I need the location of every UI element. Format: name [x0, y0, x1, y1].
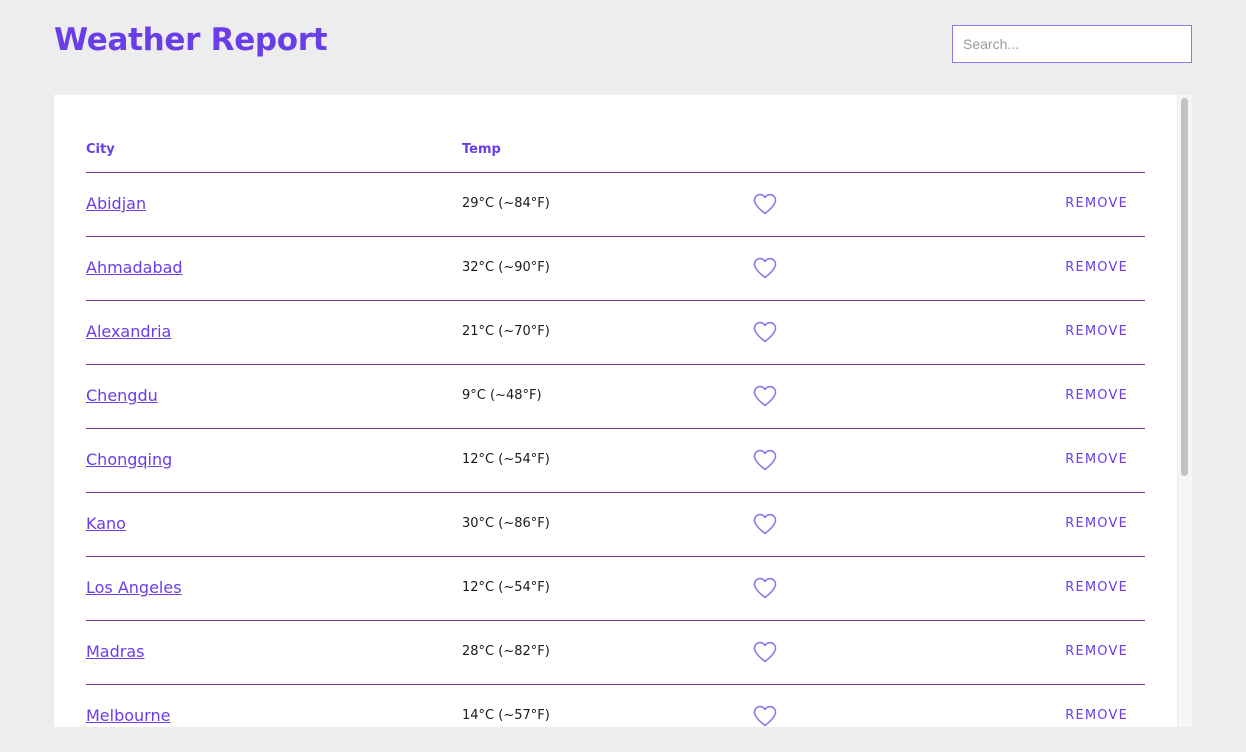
table-row: Chongqing 12°C (~54°F) REMOVE	[86, 429, 1145, 493]
weather-panel: City Temp Abidjan 29°C (~84°F) REMOVE Ah…	[54, 95, 1192, 727]
vertical-scrollbar[interactable]	[1177, 95, 1192, 727]
remove-button[interactable]: REMOVE	[1065, 388, 1128, 403]
table-row: Madras 28°C (~82°F) REMOVE	[86, 621, 1145, 685]
temperature-value: 29°C (~84°F)	[462, 196, 550, 211]
remove-button[interactable]: REMOVE	[1065, 644, 1128, 659]
table-body: Abidjan 29°C (~84°F) REMOVE Ahmadabad 32…	[86, 173, 1145, 727]
heart-icon[interactable]	[752, 576, 778, 600]
column-header-city: City	[86, 142, 115, 157]
table-row: Los Angeles 12°C (~54°F) REMOVE	[86, 557, 1145, 621]
city-link[interactable]: Abidjan	[86, 194, 146, 213]
heart-icon[interactable]	[752, 704, 778, 727]
table-header: City Temp	[86, 95, 1145, 173]
table-row: Alexandria 21°C (~70°F) REMOVE	[86, 301, 1145, 365]
city-link[interactable]: Kano	[86, 514, 126, 533]
page-header: Weather Report	[0, 0, 1246, 95]
heart-icon[interactable]	[752, 512, 778, 536]
weather-table: City Temp Abidjan 29°C (~84°F) REMOVE Ah…	[86, 95, 1145, 727]
temperature-value: 28°C (~82°F)	[462, 644, 550, 659]
city-link[interactable]: Chongqing	[86, 450, 172, 469]
heart-icon[interactable]	[752, 192, 778, 216]
city-link[interactable]: Alexandria	[86, 322, 171, 341]
table-row: Chengdu 9°C (~48°F) REMOVE	[86, 365, 1145, 429]
remove-button[interactable]: REMOVE	[1065, 452, 1128, 467]
city-link[interactable]: Ahmadabad	[86, 258, 183, 277]
temperature-value: 12°C (~54°F)	[462, 452, 550, 467]
temperature-value: 32°C (~90°F)	[462, 260, 550, 275]
scrollbar-thumb[interactable]	[1181, 98, 1188, 476]
remove-button[interactable]: REMOVE	[1065, 708, 1128, 723]
temperature-value: 12°C (~54°F)	[462, 580, 550, 595]
heart-icon[interactable]	[752, 448, 778, 472]
city-link[interactable]: Melbourne	[86, 706, 170, 725]
table-row: Kano 30°C (~86°F) REMOVE	[86, 493, 1145, 557]
table-row: Melbourne 14°C (~57°F) REMOVE	[86, 685, 1145, 727]
temperature-value: 21°C (~70°F)	[462, 324, 550, 339]
remove-button[interactable]: REMOVE	[1065, 324, 1128, 339]
page-title: Weather Report	[54, 22, 328, 58]
temperature-value: 30°C (~86°F)	[462, 516, 550, 531]
remove-button[interactable]: REMOVE	[1065, 516, 1128, 531]
remove-button[interactable]: REMOVE	[1065, 580, 1128, 595]
city-link[interactable]: Madras	[86, 642, 144, 661]
heart-icon[interactable]	[752, 256, 778, 280]
temperature-value: 14°C (~57°F)	[462, 708, 550, 723]
column-header-temp: Temp	[462, 142, 501, 157]
heart-icon[interactable]	[752, 384, 778, 408]
remove-button[interactable]: REMOVE	[1065, 196, 1128, 211]
heart-icon[interactable]	[752, 320, 778, 344]
city-link[interactable]: Los Angeles	[86, 578, 182, 597]
remove-button[interactable]: REMOVE	[1065, 260, 1128, 275]
table-row: Abidjan 29°C (~84°F) REMOVE	[86, 173, 1145, 237]
city-link[interactable]: Chengdu	[86, 386, 158, 405]
heart-icon[interactable]	[752, 640, 778, 664]
temperature-value: 9°C (~48°F)	[462, 388, 542, 403]
search-input[interactable]	[952, 25, 1192, 63]
table-row: Ahmadabad 32°C (~90°F) REMOVE	[86, 237, 1145, 301]
